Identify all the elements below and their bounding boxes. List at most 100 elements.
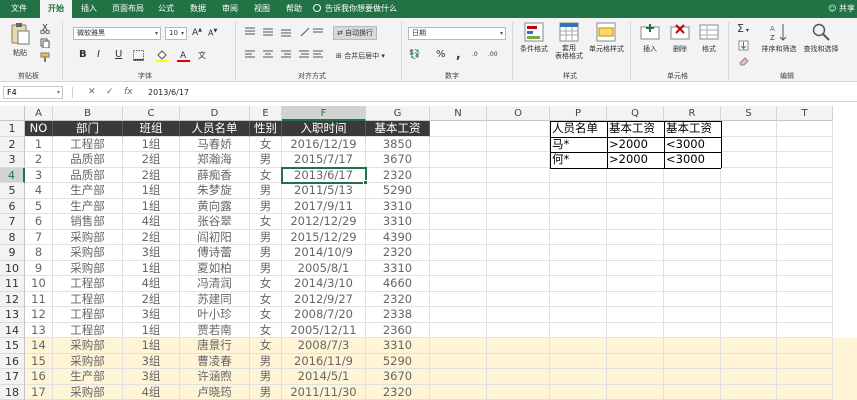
table-cell[interactable]: 2011/5/13 [282,183,366,199]
table-cell[interactable]: 2338 [366,307,430,323]
table-cell[interactable]: 冯清润 [180,276,250,292]
table-cell[interactable]: 女 [250,276,282,292]
decrease-decimal-button[interactable]: .00 [488,51,498,58]
table-cell[interactable]: 2组 [123,291,180,307]
empty-cell[interactable] [721,384,777,400]
empty-cell[interactable] [777,353,833,369]
criteria-cell[interactable]: >2000 [607,137,664,153]
font-size-select[interactable]: 10 ▾ [165,27,187,40]
table-cell[interactable]: 3组 [123,245,180,261]
row-header-14[interactable]: 14 [0,322,25,338]
empty-cell[interactable] [664,369,721,385]
table-cell[interactable]: 女 [250,291,282,307]
row-header-12[interactable]: 12 [0,291,25,307]
table-cell[interactable]: 3组 [123,307,180,323]
empty-cell[interactable] [721,136,777,152]
grow-font-button[interactable]: A▲ [192,27,202,38]
empty-cell[interactable] [430,136,487,152]
column-header-t[interactable]: T [777,106,833,121]
criteria-cell[interactable]: 马* [550,137,607,153]
row-header-18[interactable]: 18 [0,384,25,400]
empty-cell[interactable] [430,183,487,199]
empty-cell[interactable] [430,167,487,183]
empty-cell[interactable] [607,307,664,323]
table-cell[interactable]: 夏如柏 [180,260,250,276]
table-cell[interactable]: 5290 [366,353,430,369]
table-cell[interactable]: 阎初阳 [180,229,250,245]
criteria-cell[interactable]: 何* [550,152,607,168]
table-cell[interactable]: 男 [250,183,282,199]
autosum-button[interactable]: Σ ▾ [737,22,749,35]
table-header-cell[interactable]: 性别 [250,121,282,137]
tab-file[interactable]: 文件 [0,0,38,18]
tab-formulas[interactable]: 公式 [152,0,180,18]
empty-cell[interactable] [607,229,664,245]
tab-insert[interactable]: 插入 [74,0,104,18]
empty-cell[interactable] [721,276,777,292]
fill-down-icon[interactable] [738,40,749,51]
table-cell[interactable]: 品质部 [53,167,123,183]
table-cell[interactable]: 朱梦旋 [180,183,250,199]
empty-cell[interactable] [430,369,487,385]
empty-cell[interactable] [550,307,607,323]
column-header-b[interactable]: B [53,106,123,121]
table-cell[interactable]: 男 [250,245,282,261]
table-cell[interactable]: 4组 [123,384,180,400]
empty-cell[interactable] [550,353,607,369]
format-painter-icon[interactable] [40,52,50,62]
column-header-a[interactable]: A [25,106,53,121]
table-cell[interactable]: 1组 [123,183,180,199]
formula-input[interactable]: 2013/6/17 [148,86,189,99]
empty-cell[interactable] [607,167,664,183]
conditional-format-button[interactable]: 条件格式 [517,22,551,54]
table-cell[interactable]: 2016/11/9 [282,353,366,369]
share-button[interactable]: ☺ 共享 [828,0,855,18]
empty-cell[interactable] [430,198,487,214]
empty-cell[interactable] [777,152,833,168]
table-cell[interactable]: 采购部 [53,353,123,369]
table-cell[interactable]: 3850 [366,136,430,152]
table-cell[interactable]: 苏建同 [180,291,250,307]
empty-cell[interactable] [487,307,550,323]
table-cell[interactable]: 8 [25,245,53,261]
empty-cell[interactable] [721,167,777,183]
empty-cell[interactable] [664,260,721,276]
table-cell[interactable]: 工程部 [53,291,123,307]
font-color-icon[interactable]: A [177,49,190,62]
table-header-cell[interactable]: 基本工资 [366,121,430,137]
cell-styles-button[interactable]: 单元格样式 [589,22,624,54]
table-cell[interactable]: 叶小珍 [180,307,250,323]
empty-cell[interactable] [721,183,777,199]
clear-icon[interactable] [738,55,749,66]
select-all-corner[interactable] [0,106,25,121]
empty-cell[interactable] [430,245,487,261]
empty-cell[interactable] [550,322,607,338]
empty-cell[interactable] [777,121,833,137]
empty-cell[interactable] [777,276,833,292]
empty-cell[interactable] [430,322,487,338]
empty-cell[interactable] [607,198,664,214]
table-cell[interactable]: 3组 [123,369,180,385]
table-cell[interactable]: 薛痴香 [180,167,250,183]
table-cell[interactable]: 采购部 [53,245,123,261]
column-header-e[interactable]: E [250,106,282,121]
table-cell[interactable]: 4390 [366,229,430,245]
empty-cell[interactable] [777,229,833,245]
empty-cell[interactable] [777,322,833,338]
currency-button[interactable]: 💱 [409,50,420,60]
confirm-edit-button[interactable]: ✓ [106,86,114,99]
tab-view[interactable]: 视图 [248,0,276,18]
empty-cell[interactable] [664,183,721,199]
empty-cell[interactable] [721,121,777,137]
tab-review[interactable]: 审阅 [216,0,244,18]
empty-cell[interactable] [607,338,664,354]
empty-cell[interactable] [664,276,721,292]
empty-cell[interactable] [487,276,550,292]
table-cell[interactable]: 7 [25,229,53,245]
empty-cell[interactable] [664,291,721,307]
empty-cell[interactable] [430,152,487,168]
empty-cell[interactable] [777,338,833,354]
insert-function-button[interactable]: fx [124,86,133,99]
table-cell[interactable]: 2012/9/27 [282,291,366,307]
row-header-17[interactable]: 17 [0,369,25,385]
